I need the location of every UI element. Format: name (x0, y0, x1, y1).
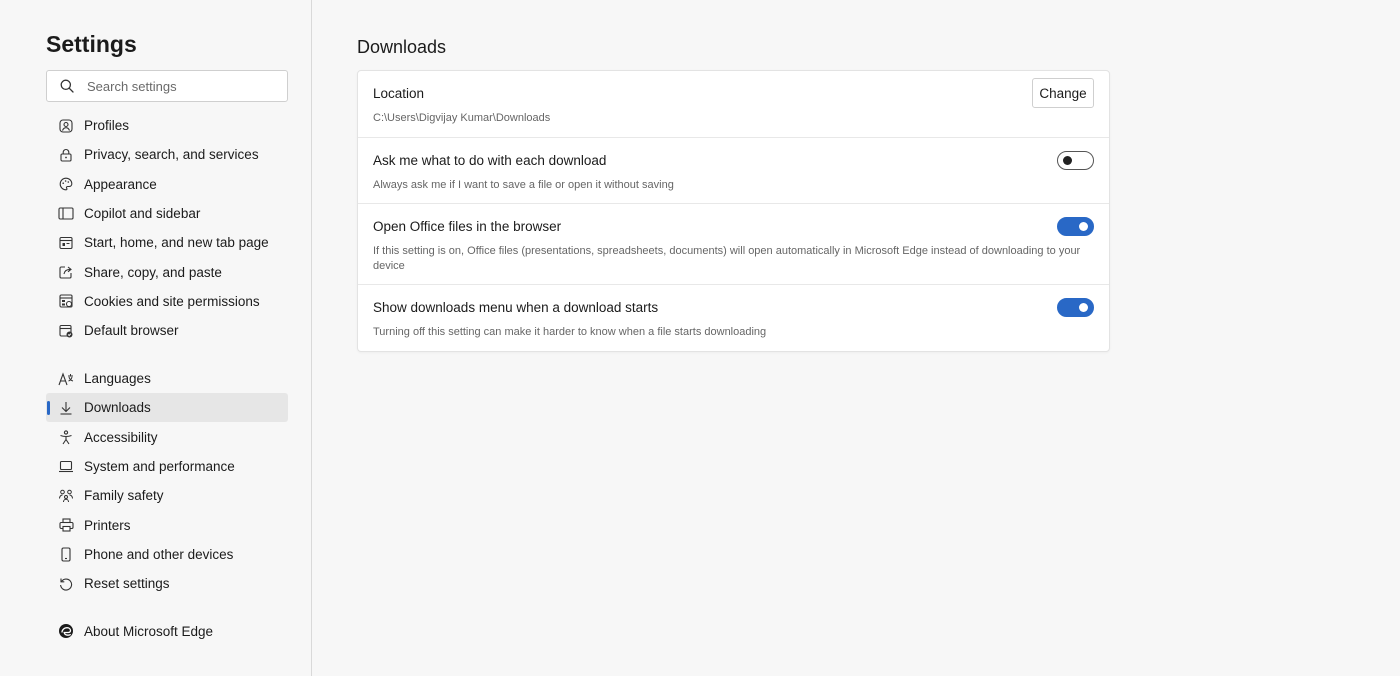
sidebar-item-printers[interactable]: Printers (46, 510, 288, 539)
change-location-button[interactable]: Change (1032, 78, 1094, 108)
sidebar-item-label: Start, home, and new tab page (84, 235, 269, 251)
sidebar-item-label: Accessibility (84, 429, 158, 445)
ask-download-row: Ask me what to do with each download Alw… (358, 138, 1109, 204)
office-files-desc: If this setting is on, Office files (pre… (373, 245, 1081, 272)
sidebar-item-privacy[interactable]: Privacy, search, and services (46, 140, 288, 169)
sidebar-item-label: Reset settings (84, 576, 170, 592)
settings-window: Settings Profiles Privacy, search, and s… (0, 0, 1400, 676)
sidebar-item-about[interactable]: About Microsoft Edge (46, 617, 288, 646)
cookies-icon (56, 291, 76, 311)
sidebar-item-languages[interactable]: Languages (46, 364, 288, 393)
sidebar: Settings Profiles Privacy, search, and s… (0, 0, 312, 676)
reset-icon (56, 574, 76, 594)
ask-download-desc: Always ask me if I want to save a file o… (373, 179, 674, 191)
settings-title: Settings (46, 31, 137, 57)
sidebar-item-label: Default browser (84, 323, 179, 339)
downloads-menu-toggle[interactable] (1057, 298, 1094, 317)
sidebar-item-cookies[interactable]: Cookies and site permissions (46, 287, 288, 316)
sidebar-item-phone[interactable]: Phone and other devices (46, 540, 288, 569)
home-tab-icon (56, 233, 76, 253)
sidebar-item-accessibility[interactable]: Accessibility (46, 422, 288, 451)
location-row: Location C:\Users\Digvijay Kumar\Downloa… (358, 71, 1109, 138)
main-content: Downloads Location C:\Users\Digvijay Kum… (312, 0, 1400, 676)
sidebar-item-label: Phone and other devices (84, 546, 234, 562)
sidebar-item-label: Downloads (84, 400, 151, 416)
nav-separator (46, 598, 288, 617)
download-icon (56, 398, 76, 418)
ask-download-title: Ask me what to do with each download (373, 153, 607, 168)
share-icon (56, 262, 76, 282)
toggle-knob (1079, 303, 1088, 312)
printer-icon (56, 515, 76, 535)
edge-logo-icon (56, 621, 76, 641)
sidebar-item-family[interactable]: Family safety (46, 481, 288, 510)
sidebar-item-share[interactable]: Share, copy, and paste (46, 257, 288, 286)
sidebar-item-downloads[interactable]: Downloads (46, 393, 288, 423)
downloads-menu-desc: Turning off this setting can make it har… (373, 326, 767, 338)
lock-icon (56, 145, 76, 165)
sidebar-item-default-browser[interactable]: Default browser (46, 316, 288, 345)
sidebar-item-copilot[interactable]: Copilot and sidebar (46, 199, 288, 228)
sidebar-item-label: Appearance (84, 176, 157, 192)
office-files-toggle[interactable] (1057, 217, 1094, 236)
sidebar-item-label: Privacy, search, and services (84, 147, 259, 163)
sidebar-item-system[interactable]: System and performance (46, 452, 288, 481)
nav-separator (46, 345, 288, 364)
languages-icon (56, 369, 76, 389)
ask-download-toggle[interactable] (1057, 151, 1094, 170)
sidebar-item-label: Share, copy, and paste (84, 264, 222, 280)
sidebar-nav: Profiles Privacy, search, and services A… (46, 111, 288, 646)
sidebar-item-reset[interactable]: Reset settings (46, 569, 288, 598)
profile-icon (56, 116, 76, 136)
location-path: C:\Users\Digvijay Kumar\Downloads (373, 112, 551, 124)
office-files-row: Open Office files in the browser If this… (358, 204, 1109, 285)
toggle-knob (1079, 222, 1088, 231)
sidebar-item-label: Profiles (84, 118, 130, 134)
sidebar-item-label: Family safety (84, 488, 164, 504)
sidebar-item-label: Languages (84, 371, 151, 387)
family-icon (56, 486, 76, 506)
sidebar-panel-icon (56, 204, 76, 224)
search-input[interactable] (87, 78, 267, 94)
sidebar-item-label: Printers (84, 517, 131, 533)
downloads-settings-card: Location C:\Users\Digvijay Kumar\Downloa… (357, 70, 1110, 352)
search-icon (60, 79, 74, 93)
palette-icon (56, 174, 76, 194)
sidebar-item-start-home[interactable]: Start, home, and new tab page (46, 228, 288, 257)
downloads-menu-row: Show downloads menu when a download star… (358, 285, 1109, 351)
office-files-title: Open Office files in the browser (373, 219, 562, 234)
sidebar-item-label: System and performance (84, 458, 235, 474)
phone-icon (56, 544, 76, 564)
sidebar-item-label: Cookies and site permissions (84, 293, 260, 309)
toggle-knob (1063, 156, 1072, 165)
sidebar-item-label: About Microsoft Edge (84, 623, 214, 639)
sidebar-item-label: Copilot and sidebar (84, 206, 201, 222)
sidebar-item-profiles[interactable]: Profiles (46, 111, 288, 140)
search-box[interactable] (46, 70, 288, 102)
page-title: Downloads (357, 37, 447, 57)
default-browser-icon (56, 321, 76, 341)
accessibility-icon (56, 427, 76, 447)
downloads-menu-title: Show downloads menu when a download star… (373, 300, 659, 315)
laptop-icon (56, 456, 76, 476)
location-title: Location (373, 86, 425, 101)
sidebar-item-appearance[interactable]: Appearance (46, 170, 288, 199)
